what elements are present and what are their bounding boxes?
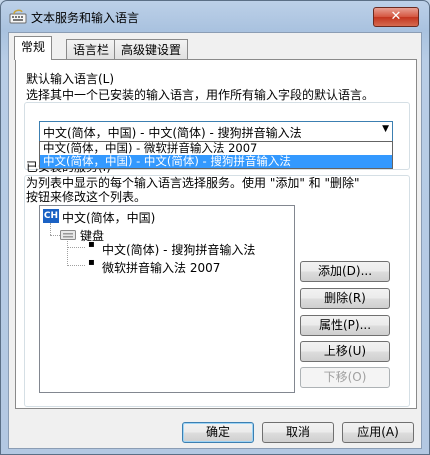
installed-services-tree[interactable]: CH 中文(简体，中国) 键盘 ▪ 中文(简体) - 搜狗拼音输入法 ▪ 微软拼…	[39, 205, 295, 393]
tab-general-label: 常规	[21, 40, 46, 54]
move-down-button[interactable]: 下移(O)	[300, 367, 390, 388]
close-button[interactable]: ✕	[373, 7, 419, 27]
dialog-client-area: 常规 语言栏 高级键设置 默认输入语言(L) 选择其中一个已安装的输入语言，用作…	[8, 32, 422, 449]
tab-general[interactable]: 常规	[14, 36, 53, 60]
tab-advanced-key-settings-label: 高级键设置	[121, 43, 182, 57]
chevron-down-icon[interactable]: ▼	[382, 124, 389, 134]
apply-button[interactable]: 应用(A)	[342, 422, 414, 443]
properties-button[interactable]: 属性(P)...	[300, 315, 390, 336]
move-up-button[interactable]: 上移(U)	[300, 341, 390, 362]
tree-connector	[50, 223, 51, 235]
tree-service-item[interactable]: 微软拼音输入法 2007	[102, 259, 220, 276]
language-code-icon: CH	[43, 209, 59, 223]
tree-connector	[67, 241, 68, 266]
dialog-window: 文本服务和输入语言 ✕ 常规 语言栏 高级键设置 默认输入语言(L) 选择其中一…	[0, 0, 430, 455]
installed-services-description-line2: 按钮来修改这个列表。	[26, 190, 147, 204]
cancel-button[interactable]: 取消	[262, 422, 334, 443]
ok-button[interactable]: 确定	[182, 422, 254, 443]
dropdown-option-sogou-pinyin[interactable]: 中文(简体，中国) - 中文(简体) - 搜狗拼音输入法	[40, 155, 392, 168]
close-icon: ✕	[390, 9, 402, 24]
bullet-icon: ▪	[88, 257, 95, 268]
tab-language-bar[interactable]: 语言栏	[66, 39, 117, 59]
window-title: 文本服务和输入语言	[31, 11, 140, 25]
default-language-heading: 默认输入语言(L)	[26, 72, 115, 86]
default-language-select-value: 中文(简体，中国) - 中文(简体) - 搜狗拼音输入法	[43, 126, 302, 140]
default-language-description: 选择其中一个已安装的输入语言，用作所有输入字段的默认语言。	[26, 88, 375, 102]
tree-service-item[interactable]: 中文(简体) - 搜狗拼音输入法	[102, 241, 255, 258]
default-language-dropdown-list: 中文(简体，中国) - 微软拼音输入法 2007 中文(简体，中国) - 中文(…	[39, 141, 393, 169]
tree-connector	[67, 247, 85, 248]
keyboard-app-icon	[9, 9, 27, 24]
tree-connector	[67, 265, 85, 266]
default-language-select[interactable]: 中文(简体，中国) - 中文(简体) - 搜狗拼音输入法 ▼	[39, 121, 393, 142]
bullet-icon: ▪	[88, 239, 95, 250]
add-button[interactable]: 添加(D)...	[300, 261, 390, 282]
remove-button[interactable]: 删除(R)	[300, 288, 390, 309]
keyboard-icon	[60, 230, 76, 240]
tree-language-node[interactable]: 中文(简体，中国)	[62, 209, 155, 226]
tab-language-bar-label: 语言栏	[73, 43, 110, 57]
tab-advanced-key-settings[interactable]: 高级键设置	[114, 39, 189, 59]
title-bar[interactable]: 文本服务和输入语言 ✕	[1, 1, 429, 31]
tree-connector	[50, 235, 60, 236]
